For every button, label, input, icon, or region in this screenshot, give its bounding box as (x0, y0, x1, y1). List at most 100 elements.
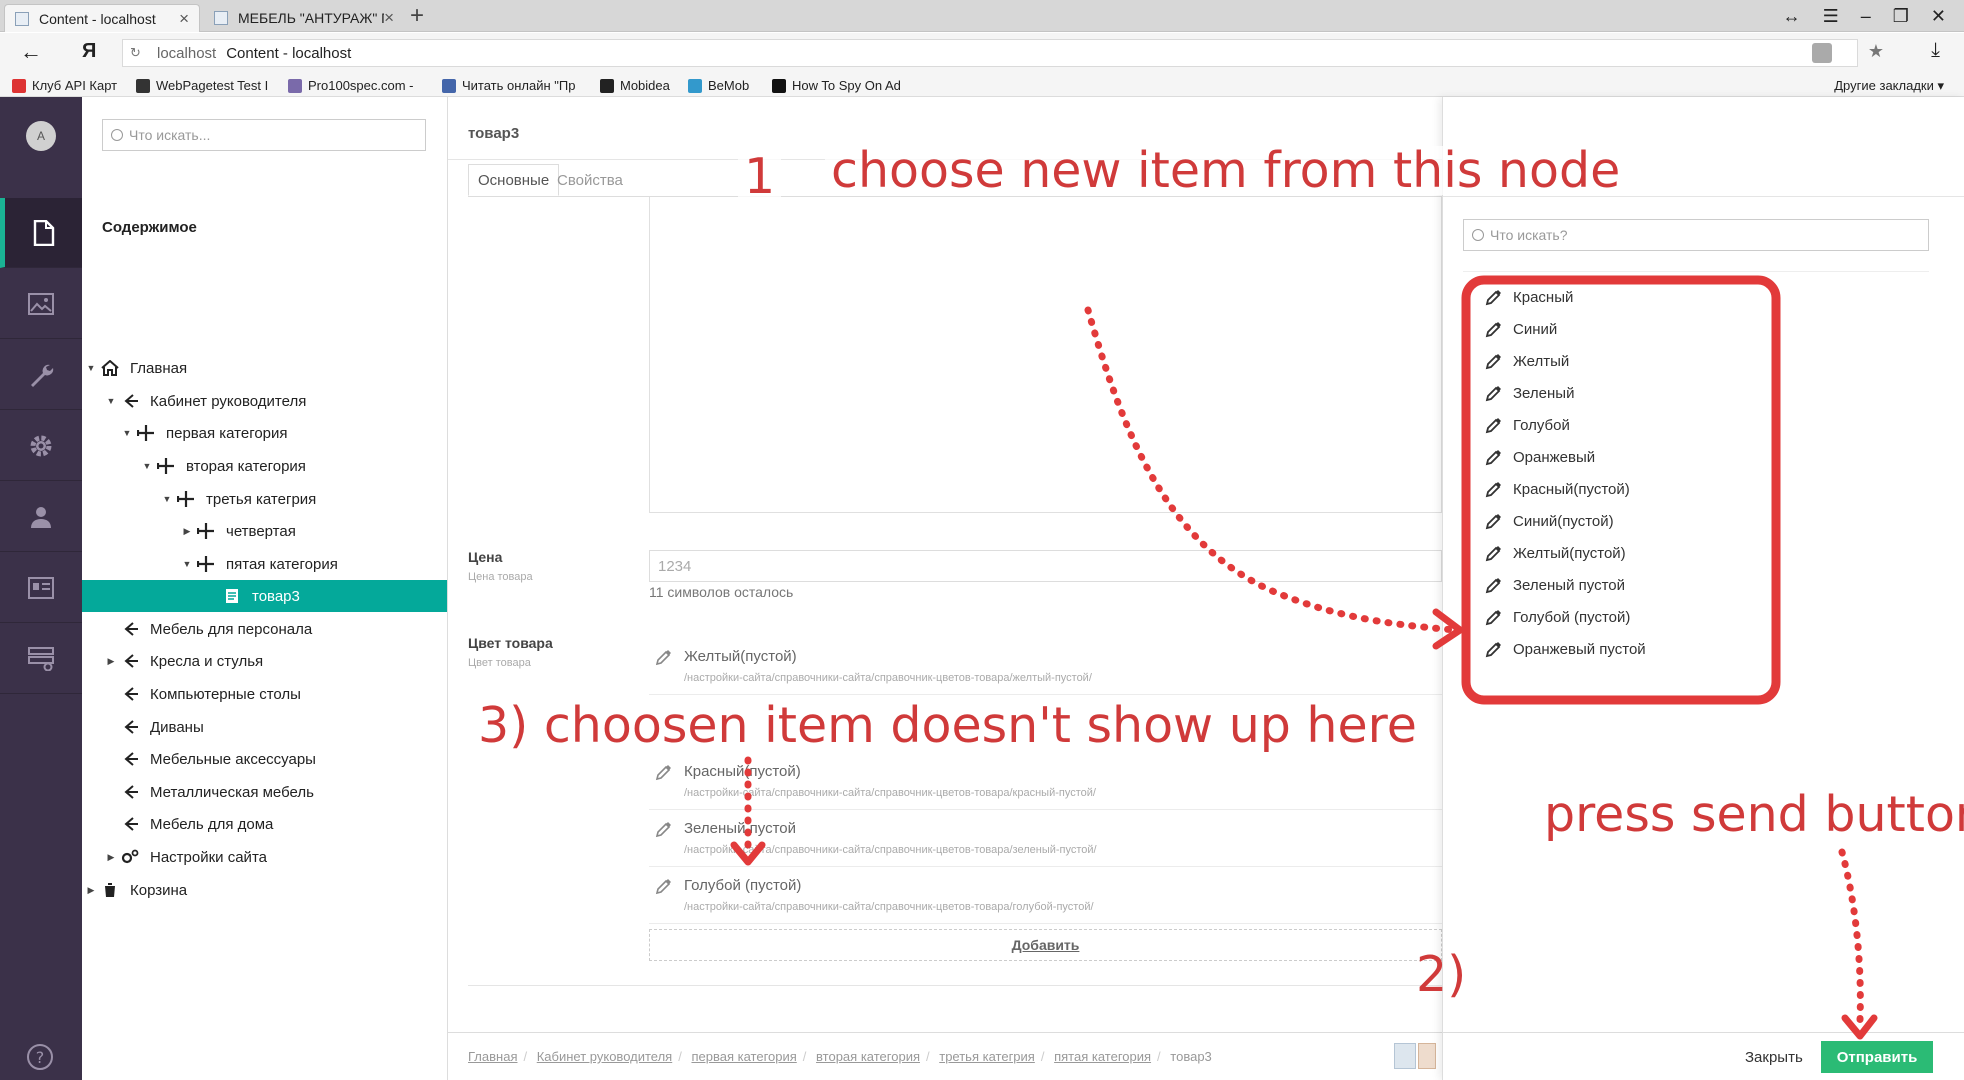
system-tray-icon[interactable] (1394, 1043, 1416, 1069)
rich-text-editor[interactable] (649, 197, 1442, 513)
browser-tab-anturazh[interactable]: МЕБЕЛЬ "АНТУРАЖ" Прода × (204, 4, 404, 32)
tree-item[interactable]: ▼ Главная (82, 352, 447, 384)
breadcrumb-link[interactable]: пятая категория (1054, 1049, 1151, 1064)
breadcrumb-link[interactable]: Главная (468, 1049, 517, 1064)
expand-toggle-icon[interactable]: ▼ (142, 461, 152, 471)
bookmark-item[interactable]: Pro100spec.com - I (288, 78, 418, 93)
bookmark-item[interactable]: Читать онлайн "Пр (442, 78, 582, 93)
picker-item[interactable]: Оранжевый (1485, 443, 1595, 471)
bookmark-item[interactable]: How To Spy On Ad (772, 78, 906, 93)
tree-item[interactable]: ▶ Корзина (82, 874, 447, 906)
picker-item[interactable]: Синий(пустой) (1485, 507, 1614, 535)
breadcrumb-link[interactable]: Кабинет руководителя (537, 1049, 672, 1064)
other-bookmarks[interactable]: Другие закладки ▾ (1834, 78, 1944, 94)
maximize-button[interactable]: ❐ (1893, 2, 1909, 30)
extension-icon[interactable] (1812, 43, 1832, 63)
breadcrumb-link[interactable]: третья категрия (939, 1049, 1035, 1064)
picker-item[interactable]: Желтый (1485, 347, 1569, 375)
rail-content[interactable] (0, 198, 82, 268)
help-button[interactable]: ? (26, 1043, 54, 1071)
tree-item[interactable]: Диваны (82, 711, 447, 743)
expand-toggle-icon[interactable]: ▶ (182, 526, 192, 537)
tree-item[interactable]: Мебель для персонала (82, 613, 447, 645)
expand-toggle-icon[interactable]: ▶ (106, 852, 116, 863)
bookmark-item[interactable]: Клуб API Карт (12, 78, 130, 93)
tab-close-icon[interactable]: × (384, 8, 394, 28)
tree-item[interactable]: ▼ пятая категория (82, 548, 447, 580)
bookmark-star-icon[interactable]: ★ (1868, 41, 1884, 62)
breadcrumb-link[interactable]: первая категория (691, 1049, 796, 1064)
expand-toggle-icon[interactable]: ▼ (106, 396, 116, 406)
tree-item[interactable]: ▶ четвертая (82, 515, 447, 547)
picked-color-item[interactable]: Желтый(пустой) /настройки-сайта/справочн… (649, 638, 1442, 695)
tree-item[interactable]: Мебель для дома (82, 808, 447, 840)
yandex-logo[interactable]: Я (82, 40, 96, 63)
system-tray-icon[interactable] (1418, 1043, 1436, 1069)
tree-item[interactable]: ▼ первая категория (82, 417, 447, 449)
picker-item-label: Желтый (1513, 352, 1570, 370)
tree-search-input[interactable]: Что искать... (102, 119, 426, 151)
tree-item[interactable]: Мебельные аксессуары (82, 743, 447, 775)
picker-item[interactable]: Желтый(пустой) (1485, 539, 1626, 567)
picker-item[interactable]: Красный (1485, 283, 1573, 311)
download-icon[interactable]: ⤓ (1931, 39, 1940, 62)
bookmark-label: How To Spy On Ad (792, 78, 901, 93)
tab-properties[interactable]: Свойства (548, 164, 632, 196)
bookmark-item[interactable]: Mobidea (600, 78, 680, 93)
avatar[interactable]: A (26, 121, 56, 151)
picker-item[interactable]: Зеленый (1485, 379, 1574, 407)
tree-item[interactable]: ▼ третья категрия (82, 483, 447, 515)
bookmark-item[interactable]: BeMob (688, 78, 758, 93)
bookmark-favicon-icon (688, 78, 702, 93)
tab-close-icon[interactable]: × (179, 9, 189, 29)
tree-item[interactable]: ▶ Кресла и стулья (82, 645, 447, 677)
expand-toggle-icon[interactable]: ▼ (86, 363, 96, 373)
expand-toggle-icon[interactable]: ▶ (106, 656, 116, 667)
expand-toggle-icon[interactable]: ▼ (182, 559, 192, 569)
new-tab-button[interactable]: + (410, 2, 424, 30)
price-input[interactable]: 1234 (649, 550, 1442, 582)
picker-item[interactable]: Синий (1485, 315, 1557, 343)
url-field[interactable]: localhost Content - localhost (122, 39, 1858, 67)
picker-item[interactable]: Голубой (пустой) (1485, 603, 1630, 631)
rail-members[interactable] (0, 553, 82, 623)
picker-item[interactable]: Голубой (1485, 411, 1570, 439)
tree-node-icon (120, 814, 140, 834)
eyedropper-icon (1485, 450, 1501, 466)
add-color-button[interactable]: Добавить (649, 929, 1442, 961)
picker-item[interactable]: Красный(пустой) (1485, 475, 1630, 503)
picked-color-item[interactable]: Зеленый пустой /настройки-сайта/справочн… (649, 810, 1442, 867)
menu-icon[interactable]: ☰ (1823, 2, 1839, 30)
browser-tab-content[interactable]: Content - localhost × (4, 4, 200, 32)
breadcrumb-link[interactable]: вторая категория (816, 1049, 920, 1064)
tree-item[interactable]: ▼ Кабинет руководителя (82, 385, 447, 417)
bookmark-item[interactable]: WebPagetest Test I (136, 78, 270, 93)
tree-item[interactable]: Компьютерные столы (82, 678, 447, 710)
send-button[interactable]: Отправить (1821, 1041, 1933, 1073)
document-title[interactable]: товар3 (468, 125, 519, 142)
tree-item[interactable]: товар3 (82, 580, 447, 612)
rail-forms[interactable] (0, 624, 82, 694)
expand-toggle-icon[interactable]: ▼ (122, 428, 132, 438)
close-window-button[interactable]: ✕ (1931, 2, 1946, 30)
picked-color-item[interactable]: Голубой (пустой) /настройки-сайта/справо… (649, 867, 1442, 924)
picker-search-input[interactable]: Что искать? (1463, 219, 1929, 251)
resize-icon[interactable]: ↔ (1783, 2, 1801, 30)
rail-settings[interactable] (0, 411, 82, 481)
tree-item[interactable]: Металлическая мебель (82, 776, 447, 808)
minimize-button[interactable]: – (1861, 2, 1871, 30)
tree-item[interactable]: ▶ Настройки сайта (82, 841, 447, 873)
tab-main[interactable]: Основные (468, 164, 560, 196)
expand-toggle-icon[interactable]: ▼ (162, 494, 172, 504)
reload-icon[interactable]: ↻ (130, 45, 141, 61)
rail-media[interactable] (0, 269, 82, 339)
expand-toggle-icon[interactable]: ▶ (86, 885, 96, 896)
rail-developer[interactable] (0, 340, 82, 410)
back-arrow-icon[interactable]: ← (20, 39, 42, 65)
tree-item[interactable]: ▼ вторая категория (82, 450, 447, 482)
picker-item[interactable]: Зеленый пустой (1485, 571, 1625, 599)
picked-color-item[interactable]: Красный(пустой) /настройки-сайта/справоч… (649, 753, 1442, 810)
close-button[interactable]: Закрыть (1745, 1049, 1803, 1066)
rail-users[interactable] (0, 482, 82, 552)
picker-item[interactable]: Оранжевый пустой (1485, 635, 1646, 663)
